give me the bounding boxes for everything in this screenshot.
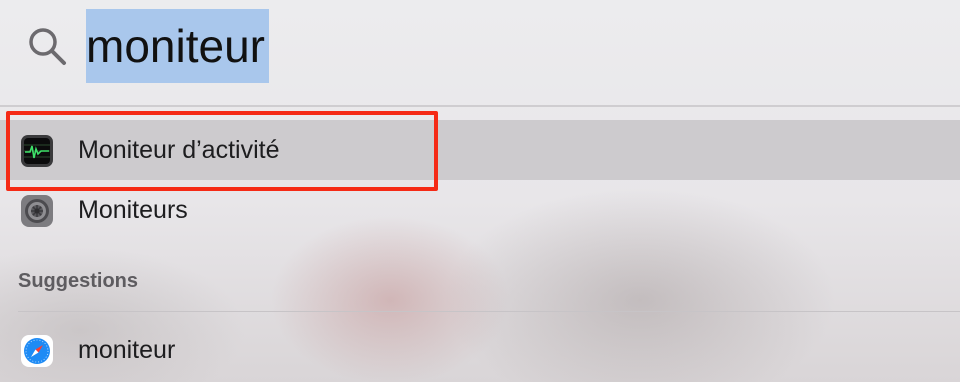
- activity-monitor-icon: [21, 135, 53, 167]
- search-input[interactable]: moniteur: [86, 9, 269, 83]
- safari-icon: [21, 335, 53, 367]
- result-item-activity-monitor[interactable]: Moniteur d’activité: [0, 120, 960, 180]
- suggestion-label: moniteur: [78, 336, 176, 364]
- spotlight-search-bar: moniteur: [0, 0, 960, 106]
- suggestion-item[interactable]: moniteur: [0, 320, 960, 380]
- suggestions-divider: [18, 311, 960, 312]
- search-icon: [29, 28, 66, 65]
- system-settings-icon: [21, 195, 53, 227]
- suggestions-header: Suggestions: [18, 270, 139, 292]
- result-label: Moniteur d’activité: [78, 136, 280, 164]
- search-divider: [0, 105, 960, 107]
- result-item-displays[interactable]: Moniteurs: [0, 180, 960, 240]
- result-label: Moniteurs: [78, 196, 188, 224]
